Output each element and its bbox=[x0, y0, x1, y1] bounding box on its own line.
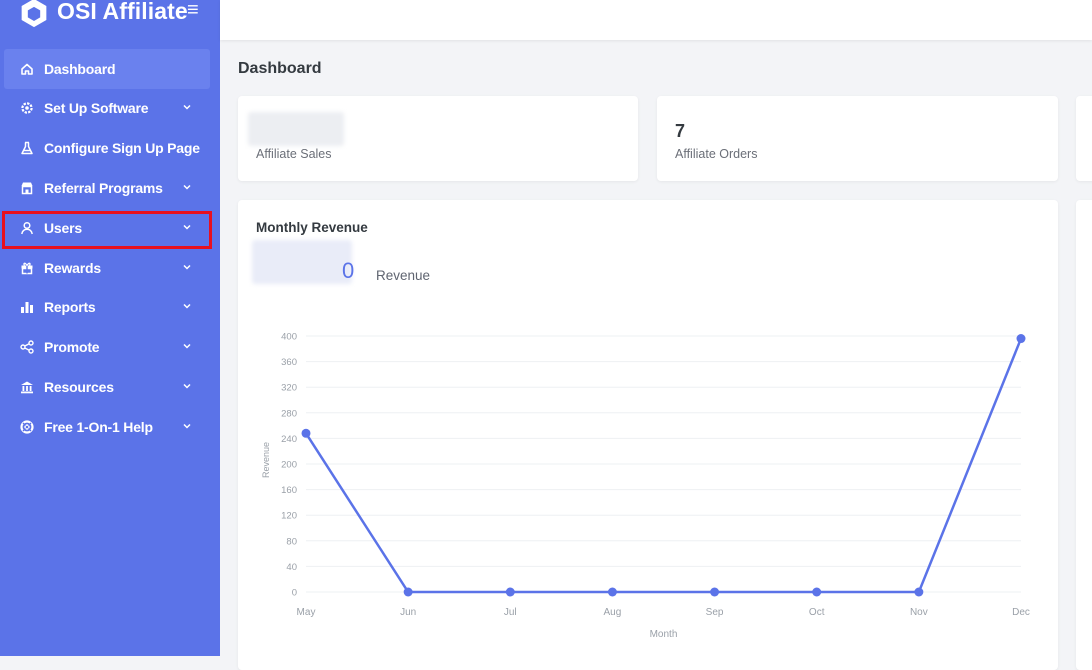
sidebar-item-referral-programs[interactable]: Referral Programs bbox=[4, 168, 210, 208]
chevron-down-icon bbox=[183, 224, 191, 230]
sidebar-item-dashboard[interactable]: Dashboard bbox=[4, 49, 210, 89]
x-tick-label: Sep bbox=[706, 607, 724, 618]
affiliate-orders-label: Affiliate Orders bbox=[675, 147, 758, 161]
lifebuoy-icon bbox=[20, 420, 34, 434]
sidebar-item-label: Rewards bbox=[44, 260, 101, 276]
sidebar-item-configure-sign-up-page[interactable]: Configure Sign Up Page bbox=[4, 128, 210, 168]
sidebar-item-set-up-software[interactable]: Set Up Software bbox=[4, 88, 210, 128]
hexagon-logo-icon bbox=[21, 0, 47, 28]
share-icon bbox=[20, 340, 34, 354]
y-tick-label: 80 bbox=[286, 536, 297, 547]
affiliate-sales-label: Affiliate Sales bbox=[256, 147, 332, 161]
chevron-down-icon bbox=[183, 423, 191, 429]
brand-name: OSI Affiliate bbox=[57, 0, 188, 24]
chevron-down-icon bbox=[183, 343, 191, 349]
chevron-down-icon bbox=[183, 303, 191, 309]
x-tick-label: Jul bbox=[504, 607, 517, 618]
monthly-revenue-card: Monthly Revenue 0 Revenue 0 40 80 120 160 200… bbox=[238, 200, 1058, 670]
data-point[interactable] bbox=[1016, 334, 1026, 344]
sidebar-item-users[interactable]: Users bbox=[4, 208, 210, 248]
side-card-partial bbox=[1076, 200, 1092, 670]
gift-icon bbox=[20, 261, 34, 275]
chevron-down-icon bbox=[183, 383, 191, 389]
data-point[interactable] bbox=[710, 587, 720, 597]
y-tick-label: 320 bbox=[281, 383, 297, 394]
sidebar-item-label: Configure Sign Up Page bbox=[44, 140, 200, 156]
sidebar-item-label: Reports bbox=[44, 299, 96, 315]
sidebar-item-label: Free 1-On-1 Help bbox=[44, 419, 153, 435]
data-point[interactable] bbox=[301, 428, 311, 438]
sidebar: OSI Affiliate ≡ Dashboard Set Up Softwar… bbox=[0, 0, 220, 656]
y-tick-label: 400 bbox=[281, 332, 297, 343]
bank-icon bbox=[20, 380, 34, 394]
sidebar-item-label: Resources bbox=[44, 379, 114, 395]
sidebar-item-resources[interactable]: Resources bbox=[4, 367, 210, 407]
stat-card-partial bbox=[1076, 96, 1092, 181]
affiliate-orders-card: 7 Affiliate Orders bbox=[657, 96, 1058, 181]
blurred-sales-value bbox=[248, 112, 344, 146]
chevron-down-icon bbox=[183, 104, 191, 110]
y-tick-label: 280 bbox=[281, 408, 297, 419]
data-point[interactable] bbox=[914, 587, 924, 597]
y-tick-label: 40 bbox=[286, 562, 297, 573]
sidebar-item-promote[interactable]: Promote bbox=[4, 327, 210, 367]
sidebar-item-label: Promote bbox=[44, 339, 100, 355]
sidebar-item-reports[interactable]: Reports bbox=[4, 287, 210, 327]
flask-icon bbox=[20, 141, 34, 155]
home-icon bbox=[20, 62, 34, 76]
chevron-down-icon bbox=[183, 184, 191, 190]
user-icon bbox=[20, 221, 34, 235]
sidebar-item-label: Referral Programs bbox=[44, 180, 163, 196]
x-tick-label: Jun bbox=[400, 607, 416, 618]
affiliate-sales-card: Affiliate Sales bbox=[238, 96, 638, 181]
sidebar-item-label: Set Up Software bbox=[44, 100, 149, 116]
y-tick-label: 120 bbox=[281, 511, 297, 522]
data-point[interactable] bbox=[812, 587, 822, 597]
y-axis-label: Revenue bbox=[261, 442, 271, 478]
x-axis-label: Month bbox=[650, 629, 678, 640]
data-point[interactable] bbox=[505, 587, 515, 597]
gear-icon bbox=[20, 101, 34, 115]
data-point[interactable] bbox=[403, 587, 413, 597]
data-point[interactable] bbox=[607, 587, 617, 597]
page-title: Dashboard bbox=[238, 60, 322, 77]
y-tick-label: 240 bbox=[281, 434, 297, 445]
affiliate-orders-value: 7 bbox=[675, 121, 686, 141]
x-tick-label: May bbox=[297, 607, 316, 618]
y-tick-label: 0 bbox=[292, 588, 297, 599]
sidebar-item-rewards[interactable]: Rewards bbox=[4, 248, 210, 288]
sidebar-item-label: Users bbox=[44, 220, 82, 236]
x-tick-label: Oct bbox=[809, 607, 825, 618]
x-tick-label: Aug bbox=[604, 607, 622, 618]
x-tick-label: Dec bbox=[1012, 607, 1030, 618]
sidebar-item-label: Dashboard bbox=[44, 61, 116, 77]
y-tick-label: 160 bbox=[281, 485, 297, 496]
store-icon bbox=[20, 181, 34, 195]
revenue-line-chart: 0 40 80 120 160 200 240 280 320 360 400 May Jun Jul A… bbox=[261, 332, 1030, 641]
sidebar-item-free-help[interactable]: Free 1-On-1 Help bbox=[4, 407, 210, 447]
x-tick-label: Nov bbox=[910, 607, 928, 618]
y-tick-label: 200 bbox=[281, 460, 297, 471]
bar-chart-icon bbox=[20, 300, 34, 314]
top-bar bbox=[220, 0, 1092, 40]
y-tick-label: 360 bbox=[281, 357, 297, 368]
chevron-down-icon bbox=[183, 264, 191, 270]
revenue-series-line bbox=[304, 338, 1023, 594]
brand[interactable]: OSI Affiliate bbox=[18, 0, 188, 30]
hamburger-icon[interactable]: ≡ bbox=[187, 0, 199, 20]
